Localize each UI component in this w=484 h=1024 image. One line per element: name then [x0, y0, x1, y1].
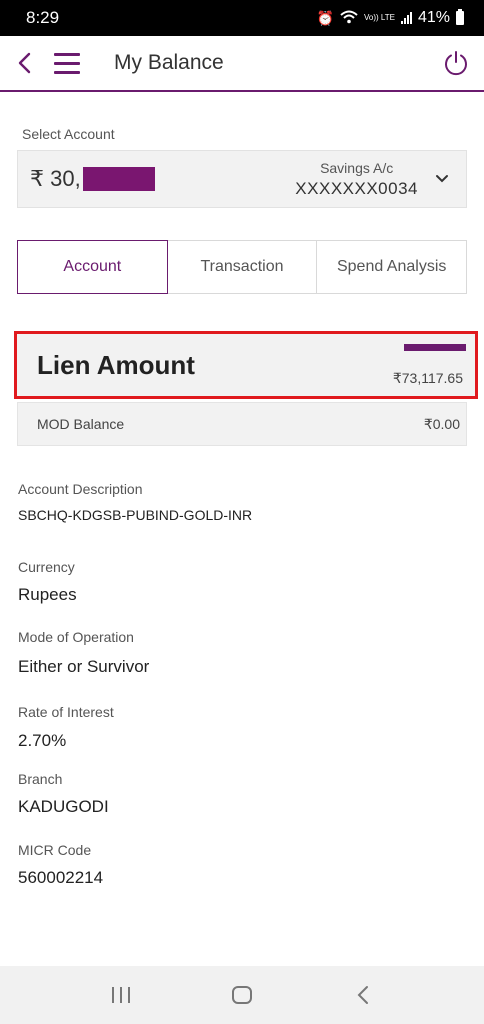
- signal-icon: [400, 12, 412, 24]
- account-info: Savings A/c XXXXXXX0034: [295, 160, 418, 199]
- micr-code-label: MICR Code: [18, 842, 92, 858]
- system-back-button[interactable]: [343, 975, 383, 1015]
- select-account-label: Select Account: [22, 126, 115, 142]
- mode-of-operation-label: Mode of Operation: [18, 629, 134, 645]
- mod-balance-label: MOD Balance: [37, 416, 125, 432]
- mode-of-operation-value: Either or Survivor: [18, 657, 150, 676]
- status-time: 8:29: [26, 8, 60, 27]
- status-icons: ⏰ Vo)) LTE 41%: [317, 9, 464, 27]
- rate-of-interest-value: 2.70%: [18, 731, 67, 750]
- micr-code-value: 560002214: [18, 868, 104, 887]
- currency-label: Currency: [18, 559, 75, 575]
- accent-bar: [404, 344, 466, 351]
- page-title: My Balance: [114, 51, 224, 74]
- account-description-label: Account Description: [18, 481, 143, 497]
- branch-value: KADUGODI: [18, 797, 109, 816]
- mod-balance-value: ₹0.00: [423, 415, 460, 432]
- branch-label: Branch: [18, 771, 63, 787]
- home-button[interactable]: [222, 975, 262, 1015]
- app-header: My Balance: [0, 36, 484, 92]
- back-arrow-icon: [18, 52, 31, 74]
- chevron-down-icon: [436, 175, 448, 183]
- home-icon: [231, 986, 252, 1004]
- lien-amount-value: ₹73,117.65: [392, 370, 463, 386]
- battery-percent: 41%: [417, 9, 450, 26]
- wifi-icon: [340, 10, 358, 27]
- mod-balance-row: MOD Balance ₹0.00: [17, 402, 467, 446]
- alarm-icon: ⏰: [316, 9, 334, 26]
- account-description-value: SBCHQ-KDGSB-PUBIND-GOLD-INR: [18, 507, 253, 523]
- lien-amount-title: Lien Amount: [37, 350, 195, 380]
- redacted-balance: [82, 167, 155, 191]
- account-type: Savings A/c: [320, 159, 394, 176]
- tab-bar: Account Transaction Spend Analysis: [17, 240, 468, 294]
- battery-icon: [456, 9, 464, 25]
- lien-amount-card: Lien Amount ₹73,117.65: [14, 331, 478, 399]
- tab-transaction[interactable]: Transaction: [167, 240, 318, 294]
- account-balance: ₹ 30,: [30, 166, 155, 192]
- account-dropdown[interactable]: [430, 167, 454, 191]
- power-icon: [445, 51, 467, 76]
- back-button[interactable]: [2, 35, 46, 91]
- currency-value: Rupees: [18, 585, 77, 604]
- logout-button[interactable]: [442, 49, 470, 77]
- account-number: XXXXXXX0034: [295, 178, 418, 198]
- system-nav-bar: [0, 966, 484, 1024]
- tab-spend-analysis[interactable]: Spend Analysis: [317, 240, 468, 294]
- status-bar: 8:29 ⏰ Vo)) LTE 41%: [0, 0, 484, 36]
- volte-icon: Vo)) LTE: [363, 13, 395, 22]
- balance-prefix: ₹ 30,: [30, 166, 81, 191]
- rate-of-interest-label: Rate of Interest: [18, 704, 114, 720]
- back-icon: [357, 986, 369, 1004]
- recent-apps-icon: [111, 987, 130, 1003]
- hamburger-menu-icon[interactable]: [54, 35, 90, 91]
- tab-account[interactable]: Account: [17, 240, 168, 294]
- account-selector[interactable]: ₹ 30, Savings A/c XXXXXXX0034: [17, 150, 467, 208]
- recent-apps-button[interactable]: [101, 975, 141, 1015]
